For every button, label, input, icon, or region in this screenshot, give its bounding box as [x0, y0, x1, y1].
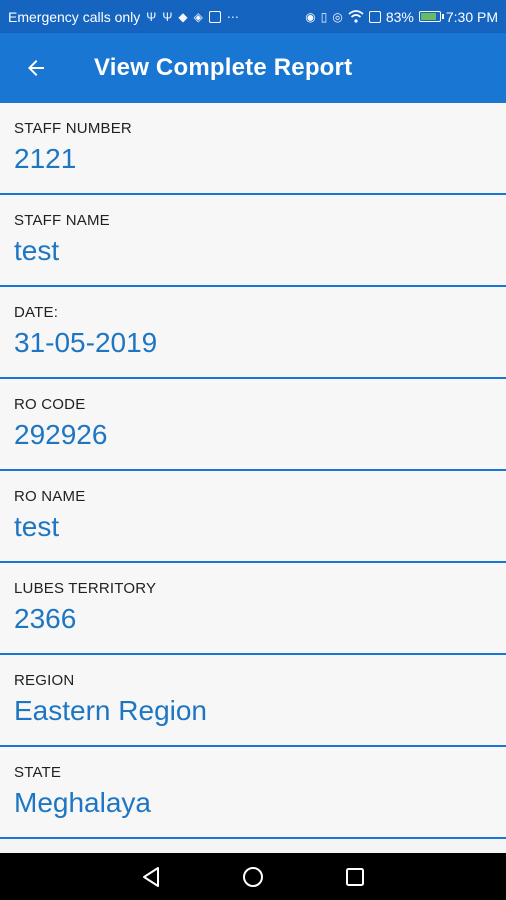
status-bar: Emergency calls only Ψ Ψ ◆ ◈ ⋯ ◉ ▯ ◎ 83%… [0, 0, 506, 33]
usb-icon: Ψ [162, 9, 173, 24]
field-date: DATE: 31-05-2019 [0, 287, 506, 379]
back-triangle-icon [143, 866, 159, 887]
field-value: 2121 [14, 143, 77, 174]
field-value: Meghalaya [14, 787, 151, 818]
nav-home-button[interactable] [238, 862, 268, 892]
eye-icon: ◎ [332, 9, 343, 24]
field-label: STAFF NAME [14, 212, 110, 229]
sim-icon [368, 10, 381, 23]
field-value: 31-05-2019 [14, 327, 158, 358]
field-staff-name: STAFF NAME test [0, 195, 506, 287]
field-value: 2366 [14, 603, 77, 634]
system-nav-bar [0, 853, 506, 900]
nav-recents-button[interactable] [340, 862, 370, 892]
report-details-list[interactable]: STAFF NUMBER 2121 STAFF NAME test DATE: … [0, 103, 506, 853]
field-state: STATE Meghalaya [0, 747, 506, 839]
field-label: DATE: [14, 304, 59, 321]
location-icon: ◆ [178, 9, 188, 24]
status-bar-left: Emergency calls only Ψ Ψ ◆ ◈ ⋯ [8, 9, 305, 25]
field-ro-name: RO NAME test [0, 471, 506, 563]
field-lubes-territory: LUBES TERRITORY 2366 [0, 563, 506, 655]
field-region: REGION Eastern Region [0, 655, 506, 747]
vibrate-icon: ▯ [320, 9, 328, 24]
field-ro-code: RO CODE 292926 [0, 379, 506, 471]
field-value: test [14, 235, 60, 266]
recents-square-icon [346, 867, 364, 886]
field-label: RO NAME [14, 488, 86, 505]
more-icon: ⋯ [226, 9, 239, 24]
diamond-icon: ◈ [193, 9, 203, 24]
app-icon [208, 10, 221, 23]
status-time: 7:30 PM [445, 8, 498, 25]
usb-icon: Ψ [146, 9, 157, 24]
field-staff-number: STAFF NUMBER 2121 [0, 103, 506, 195]
page-title: View Complete Report [94, 54, 353, 81]
battery-icon [418, 11, 444, 22]
field-label: REGION [14, 672, 75, 689]
carrier-text: Emergency calls only [8, 8, 141, 25]
back-button[interactable] [0, 33, 72, 103]
battery-percent: 83% [385, 8, 414, 25]
field-value: test [14, 511, 60, 542]
arrow-back-icon [28, 60, 44, 76]
field-label: STATE [14, 764, 62, 781]
location-pin-icon: ◉ [305, 9, 316, 24]
app-bar: View Complete Report [0, 33, 506, 103]
nav-back-button[interactable] [136, 862, 166, 892]
field-value: Eastern Region [14, 695, 208, 726]
field-label: STAFF NUMBER [14, 120, 132, 137]
field-label: RO CODE [14, 396, 86, 413]
home-circle-icon [243, 866, 263, 887]
wifi-icon [348, 10, 364, 23]
status-bar-right: ◉ ▯ ◎ 83% 7:30 PM [305, 9, 498, 25]
field-value: 292926 [14, 419, 108, 450]
field-label: LUBES TERRITORY [14, 580, 157, 597]
